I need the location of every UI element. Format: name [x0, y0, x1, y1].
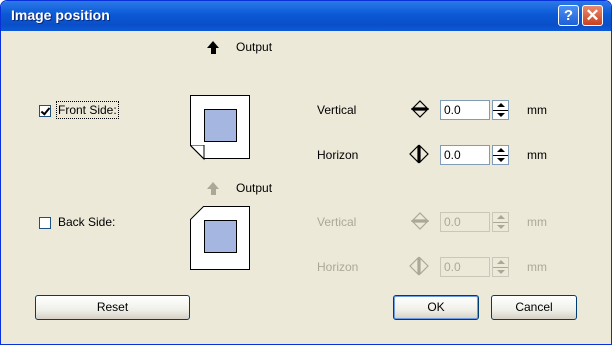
back-vertical-spinner[interactable]	[492, 212, 509, 232]
spin-down-icon	[497, 113, 505, 117]
back-paper-corner-cut	[190, 206, 205, 221]
front-paper-corner-fold	[190, 145, 205, 161]
help-icon: ?	[563, 7, 574, 24]
front-horizon-label: Horizon	[317, 148, 359, 162]
front-horizon-unit: mm	[527, 148, 547, 162]
back-side-checkbox[interactable]	[39, 217, 51, 229]
front-horizon-spinner[interactable]	[492, 145, 509, 165]
spin-down-icon	[497, 225, 505, 229]
title-bar[interactable]: Image position ? ✕	[1, 1, 611, 31]
spin-up-icon	[497, 148, 505, 152]
back-horizon-unit: mm	[527, 260, 547, 274]
horizontal-offset-icon	[409, 144, 429, 164]
dialog-body: Output Front Side: Vertical 0.0 mm Horiz…	[4, 31, 608, 343]
front-output-arrow-icon	[207, 41, 221, 54]
back-vertical-input[interactable]: 0.0	[440, 212, 490, 232]
spin-up-icon	[497, 103, 505, 107]
back-horizon-spinner[interactable]	[492, 257, 509, 277]
front-vertical-label: Vertical	[317, 103, 357, 117]
back-output-arrow-icon	[207, 182, 221, 195]
front-horizon-input[interactable]: 0.0	[440, 145, 490, 165]
ok-button[interactable]: OK	[393, 295, 479, 320]
help-button[interactable]: ?	[558, 5, 579, 26]
spin-down-icon	[497, 158, 505, 162]
close-button[interactable]: ✕	[582, 5, 603, 26]
front-side-label[interactable]: Front Side:	[56, 101, 119, 119]
vertical-offset-icon-disabled	[411, 212, 429, 230]
dialog-title: Image position	[11, 7, 110, 23]
horizontal-offset-icon-disabled	[409, 256, 429, 276]
back-output-label: Output	[236, 181, 273, 195]
front-vertical-spinner[interactable]	[492, 100, 509, 120]
back-side-label[interactable]: Back Side:	[58, 215, 115, 229]
front-image-area	[204, 109, 237, 142]
spin-up-icon	[497, 260, 505, 264]
back-horizon-label: Horizon	[317, 260, 359, 274]
back-horizon-input[interactable]: 0.0	[440, 257, 490, 277]
spin-down-icon	[497, 270, 505, 274]
spin-up-icon	[497, 215, 505, 219]
reset-button[interactable]: Reset	[35, 295, 190, 320]
cancel-button[interactable]: Cancel	[491, 295, 577, 320]
back-vertical-unit: mm	[527, 215, 547, 229]
image-position-dialog: Image position ? ✕ Output Front Side: Ve…	[0, 0, 612, 345]
front-vertical-input[interactable]: 0.0	[440, 100, 490, 120]
front-vertical-unit: mm	[527, 103, 547, 117]
vertical-offset-icon	[411, 100, 429, 118]
front-side-checkbox[interactable]	[39, 105, 51, 117]
front-output-label: Output	[236, 40, 273, 54]
back-vertical-label: Vertical	[317, 215, 357, 229]
back-image-area	[204, 220, 237, 253]
close-icon: ✕	[585, 6, 600, 25]
